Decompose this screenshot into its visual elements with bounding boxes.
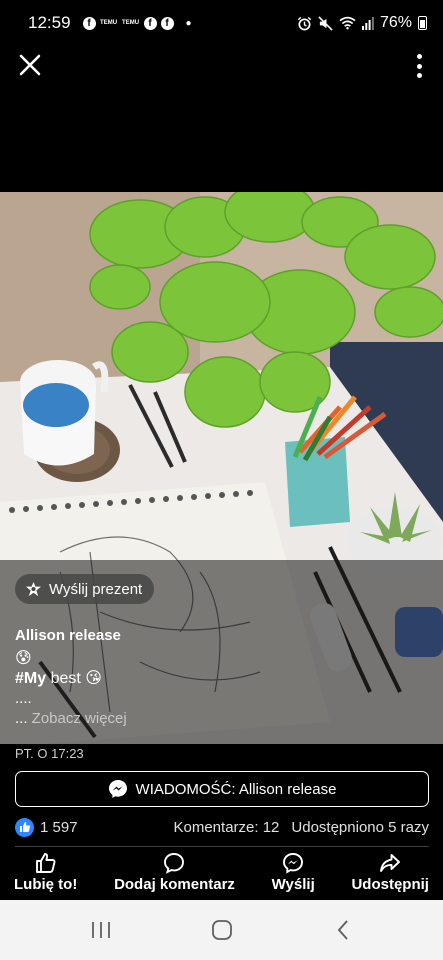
facebook-notification-icon: f [143, 16, 157, 30]
status-bar: 12:59 f TEMU TEMU f f ● 76% [0, 0, 443, 46]
reactions-count[interactable]: 1 597 [15, 817, 78, 837]
stats-right: Komentarze: 12 Udostępniono 5 razy [174, 819, 430, 836]
hashtag-link[interactable]: #My [15, 670, 46, 687]
post-text: #My best 😘 [15, 668, 102, 688]
see-more-link[interactable]: Zobacz więcej [32, 710, 127, 727]
comment-icon [164, 853, 185, 874]
like-reaction-icon [15, 817, 34, 837]
send-button[interactable]: Wyślij [272, 852, 315, 900]
more-vertical-icon [416, 63, 422, 69]
see-more-prefix: ... [15, 710, 32, 727]
more-notifications-dot-icon: ● [185, 17, 192, 29]
post-emoji-line: 😰 [15, 648, 32, 668]
status-time: 12:59 [28, 13, 71, 32]
like-button-label: Lubię to! [14, 876, 78, 893]
alarm-icon [297, 16, 312, 31]
back-button[interactable] [323, 910, 363, 950]
send-gift-button[interactable]: Wyślij prezent [15, 574, 155, 604]
recent-apps-icon [91, 922, 110, 938]
post-timestamp: PT. O 17:23 [15, 746, 84, 761]
mute-icon [318, 15, 333, 31]
more-options-button[interactable] [413, 52, 425, 80]
battery-percent: 76% [379, 14, 412, 31]
thumbs-up-icon [35, 853, 56, 873]
messenger-icon [108, 780, 127, 798]
post-text-body: best [46, 670, 86, 687]
divider [15, 846, 429, 847]
likes-number: 1 597 [40, 818, 78, 836]
post-actions-bar: Lubię to! Dodaj komentarz Wyślij Udostęp… [0, 852, 443, 900]
post-author[interactable]: Allison release [15, 627, 121, 644]
temu-notification-icon: TEMU [100, 20, 118, 26]
facebook-notification-icon: f [160, 16, 174, 30]
anxious-face-emoji: 😰 [15, 650, 32, 667]
wifi-icon [339, 16, 356, 30]
status-left: 12:59 f TEMU TEMU f f ● [28, 13, 192, 33]
send-gift-label: Wyślij prezent [49, 580, 143, 598]
facebook-notification-icon: f [82, 16, 96, 30]
home-button[interactable] [202, 910, 242, 950]
temu-notification-icon: TEMU [122, 20, 140, 26]
like-button[interactable]: Lubię to! [14, 852, 77, 900]
gift-icon [25, 581, 42, 596]
status-right: 76% [297, 14, 427, 32]
engagement-stats: 1 597 Komentarze: 12 Udostępniono 5 razy [15, 816, 429, 838]
message-button[interactable]: WIADOMOŚĆ: Allison release [15, 771, 429, 807]
send-button-label: Wyślij [271, 876, 315, 893]
home-icon [211, 920, 232, 940]
comment-button-label: Dodaj komentarz [114, 876, 235, 893]
battery-icon [418, 16, 427, 30]
back-icon [337, 920, 348, 940]
messenger-icon [283, 853, 304, 874]
share-icon [380, 854, 401, 872]
more-vertical-icon [416, 73, 422, 78]
post-dots: .... [15, 690, 32, 707]
share-button[interactable]: Udostępnij [351, 852, 429, 900]
share-button-label: Udostępnij [351, 876, 429, 893]
signal-icon [361, 16, 374, 30]
system-navigation-bar [0, 900, 443, 960]
comments-count[interactable]: Komentarze: 12 [174, 819, 280, 836]
close-icon [19, 54, 41, 76]
kiss-emoji: 😘 [85, 670, 102, 687]
recent-apps-button[interactable] [81, 910, 121, 950]
comment-button[interactable]: Dodaj komentarz [114, 852, 235, 900]
more-vertical-icon [416, 54, 422, 59]
shares-count[interactable]: Udostępniono 5 razy [291, 819, 429, 836]
close-button[interactable] [16, 51, 44, 79]
message-button-label: WIADOMOŚĆ: Allison release [135, 780, 337, 798]
see-more-line: ... Zobacz więcej [15, 710, 127, 727]
